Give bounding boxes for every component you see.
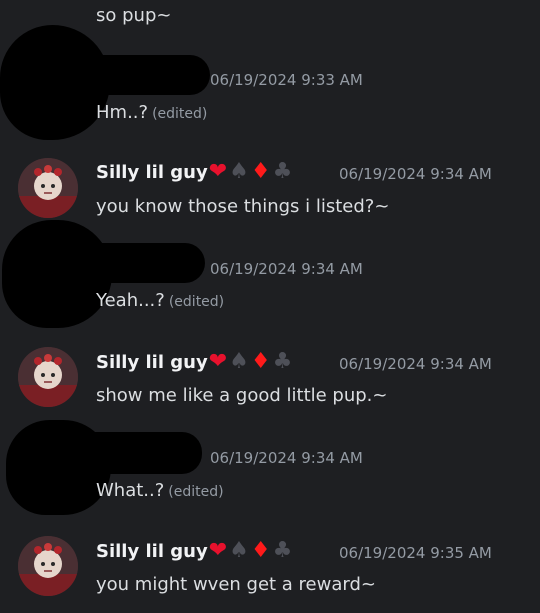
redacted-username xyxy=(60,55,210,95)
redacted-username xyxy=(60,432,202,474)
message-body: Hm..? xyxy=(96,102,149,123)
avatar[interactable] xyxy=(18,347,78,407)
diamond-icon: ♦ xyxy=(250,159,271,184)
avatar[interactable] xyxy=(18,536,78,596)
message-text: Hm..? (edited) xyxy=(96,102,207,123)
message-text: so pup~ xyxy=(96,5,172,26)
timestamp: 06/19/2024 9:33 AM xyxy=(210,71,363,89)
message-text: you know those things i listed?~ xyxy=(96,196,390,217)
message-text: What..? (edited) xyxy=(96,480,224,501)
timestamp: 06/19/2024 9:34 AM xyxy=(210,449,363,467)
club-icon: ♣ xyxy=(272,159,293,184)
name-decorations: ❤ ♠ ♦ ♣ xyxy=(209,351,293,373)
timestamp: 06/19/2024 9:34 AM xyxy=(339,165,492,183)
heart-icon: ❤ xyxy=(208,538,228,563)
username[interactable]: Silly lil guy ❤ ♠ ♦ ♣ xyxy=(96,540,292,562)
message-text: Yeah...? (edited) xyxy=(96,290,224,311)
spade-icon: ♠ xyxy=(229,538,249,563)
username[interactable]: Silly lil guy ❤ ♠ ♦ ♣ xyxy=(96,161,292,183)
avatar[interactable] xyxy=(18,158,78,218)
edited-label: (edited) xyxy=(168,294,225,310)
message-text: show me like a good little pup.~ xyxy=(96,385,388,406)
name-decorations: ❤ ♠ ♦ ♣ xyxy=(209,540,293,562)
timestamp: 06/19/2024 9:34 AM xyxy=(210,260,363,278)
username-text: Silly lil guy xyxy=(96,351,208,373)
edited-label: (edited) xyxy=(152,106,208,122)
username[interactable]: Silly lil guy ❤ ♠ ♦ ♣ xyxy=(96,351,292,373)
heart-icon: ❤ xyxy=(208,159,228,184)
spade-icon: ♠ xyxy=(229,349,249,374)
name-decorations: ❤ ♠ ♦ ♣ xyxy=(209,161,293,183)
diamond-icon: ♦ xyxy=(250,538,271,563)
message-body: What..? xyxy=(96,480,165,501)
username-text: Silly lil guy xyxy=(96,540,208,562)
redacted-username xyxy=(60,243,205,283)
timestamp: 06/19/2024 9:34 AM xyxy=(339,355,492,373)
message-text: you might wven get a reward~ xyxy=(96,574,376,595)
username-text: Silly lil guy xyxy=(96,161,208,183)
spade-icon: ♠ xyxy=(229,159,249,184)
heart-icon: ❤ xyxy=(208,349,228,374)
club-icon: ♣ xyxy=(272,349,293,374)
club-icon: ♣ xyxy=(272,538,293,563)
edited-label: (edited) xyxy=(168,484,224,500)
timestamp: 06/19/2024 9:35 AM xyxy=(339,544,492,562)
message-body: Yeah...? xyxy=(96,290,165,311)
diamond-icon: ♦ xyxy=(250,349,271,374)
